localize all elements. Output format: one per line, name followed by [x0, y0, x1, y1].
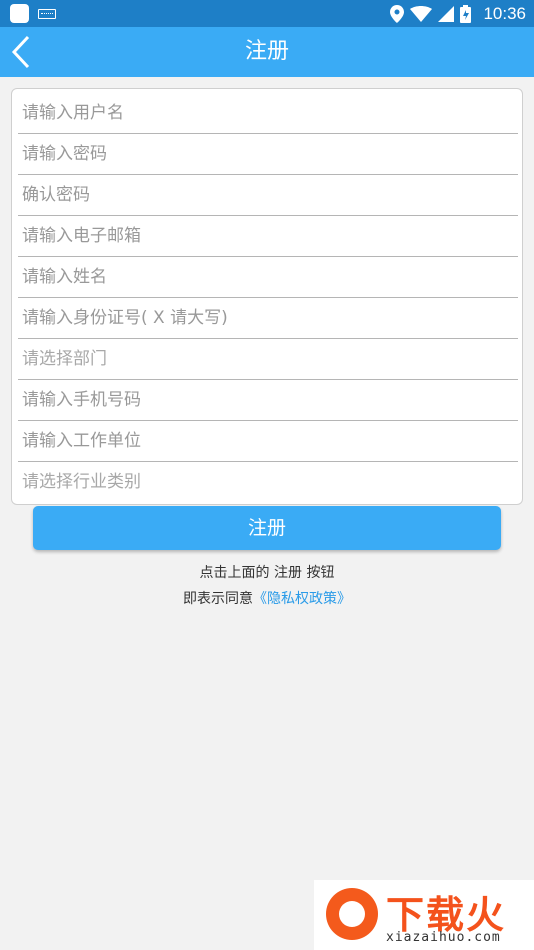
watermark-domain: xiazaihuo.com — [386, 930, 501, 945]
app-icon — [10, 4, 29, 23]
agreement-text: 点击上面的 注册 按钮 — [199, 565, 335, 581]
id-number-field[interactable]: 请输入身份证号( X 请大写) — [18, 298, 518, 339]
confirm-password-field[interactable]: 确认密码 — [18, 175, 518, 216]
signal-icon — [438, 5, 455, 22]
agreement-prefix: 即表示同意 — [183, 591, 253, 607]
watermark: 下载火 xiazaihuo.com — [314, 880, 534, 950]
email-field[interactable]: 请输入电子邮箱 — [18, 216, 518, 257]
battery-icon — [460, 4, 472, 23]
registration-form: 请输入用户名 请输入密码 确认密码 请输入电子邮箱 请输入姓名 请输入身份证号(… — [11, 88, 523, 505]
username-field[interactable]: 请输入用户名 — [18, 93, 518, 134]
register-button[interactable]: 注册 — [33, 506, 501, 550]
industry-select[interactable]: 请选择行业类别 — [18, 462, 518, 503]
department-select[interactable]: 请选择部门 — [18, 339, 518, 380]
location-icon — [390, 4, 405, 23]
page-title: 注册 — [244, 39, 289, 64]
keyboard-icon — [38, 9, 56, 19]
workplace-field[interactable]: 请输入工作单位 — [18, 421, 518, 462]
privacy-policy-link[interactable]: 《隐私权政策》 — [253, 591, 351, 607]
name-field[interactable]: 请输入姓名 — [18, 257, 518, 298]
password-field[interactable]: 请输入密码 — [18, 134, 518, 175]
agreement-line: 即表示同意《隐私权政策》 — [0, 588, 534, 608]
wifi-icon — [410, 5, 433, 22]
watermark-logo-icon — [326, 888, 378, 940]
app-header: 注册 — [0, 27, 534, 77]
status-bar: 10:36 — [0, 0, 534, 27]
phone-field[interactable]: 请输入手机号码 — [18, 380, 518, 421]
clock: 10:36 — [483, 3, 526, 23]
